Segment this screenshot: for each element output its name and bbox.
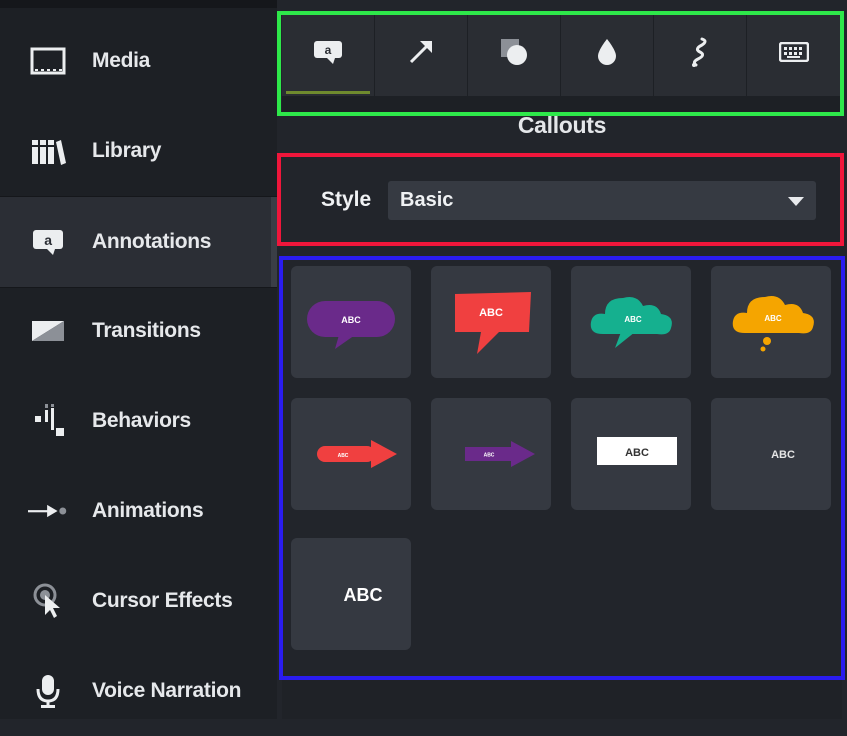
transition-icon <box>28 313 68 349</box>
behaviors-icon <box>28 403 68 439</box>
sidebar-item-behaviors[interactable]: Behaviors <box>0 376 277 466</box>
panel-bottom-strip <box>282 680 842 719</box>
sidebar-item-label: Transitions <box>92 319 201 342</box>
callouts-highlight-box <box>279 256 845 680</box>
sidebar-item-annotations[interactable]: a Annotations <box>0 196 277 288</box>
annotation-icon: a <box>28 224 68 260</box>
sidebar-item-animations[interactable]: Animations <box>0 466 277 556</box>
sidebar-item-label: Library <box>92 139 162 162</box>
sidebar-item-label: Annotations <box>92 230 212 253</box>
sidebar-item-media[interactable]: Media <box>0 16 277 106</box>
film-icon <box>28 43 68 79</box>
sidebar-item-transitions[interactable]: Transitions <box>0 286 277 376</box>
library-icon <box>28 133 68 169</box>
sidebar: Media Library a Annotations Transitions … <box>0 0 277 719</box>
style-highlight-box <box>277 153 844 246</box>
sidebar-item-cursor-effects[interactable]: Cursor Effects <box>0 556 277 646</box>
sidebar-item-label: Behaviors <box>92 409 191 432</box>
toolbar-highlight-box <box>277 11 844 116</box>
animation-icon <box>28 493 68 529</box>
cursor-icon <box>28 583 68 619</box>
sidebar-item-voice-narration[interactable]: Voice Narration <box>0 646 277 736</box>
microphone-icon <box>28 673 68 709</box>
sidebar-top-border <box>0 0 277 8</box>
sidebar-item-label: Animations <box>92 499 204 522</box>
sidebar-item-library[interactable]: Library <box>0 106 277 196</box>
section-title: Callouts <box>517 112 607 138</box>
svg-text:a: a <box>44 232 52 248</box>
sidebar-item-label: Voice Narration <box>92 679 242 702</box>
sidebar-item-label: Media <box>92 49 151 72</box>
sidebar-item-label: Cursor Effects <box>92 589 233 612</box>
